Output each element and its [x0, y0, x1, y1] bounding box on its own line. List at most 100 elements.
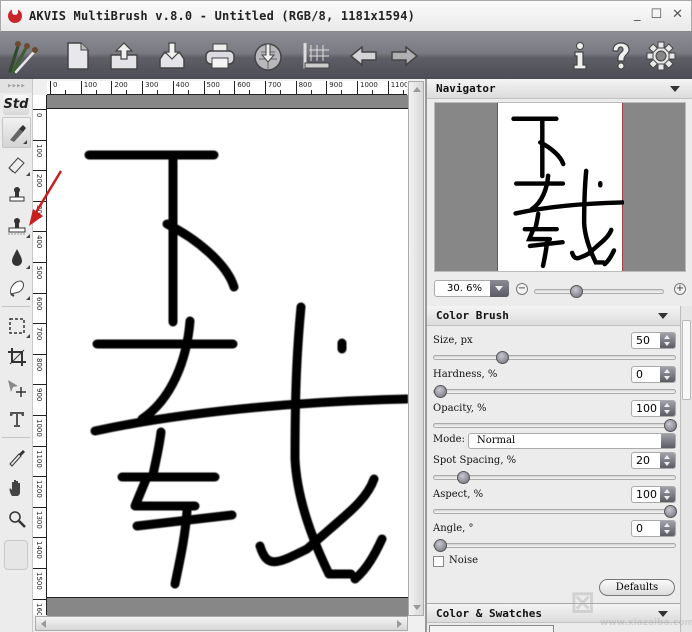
undo-arrow-icon[interactable] [348, 40, 380, 72]
close-button[interactable]: ✕ [672, 7, 683, 22]
zoom-tool[interactable] [0, 503, 33, 534]
print-icon[interactable] [204, 40, 236, 72]
panel-scrollbar-thumb[interactable] [682, 320, 691, 400]
noise-checkbox[interactable] [433, 556, 444, 567]
param-value: 0 [636, 368, 643, 381]
panel-scrollbar[interactable] [680, 306, 692, 632]
param-slider[interactable] [433, 419, 677, 432]
help-icon[interactable] [605, 40, 637, 72]
minimize-button[interactable]: _ [634, 7, 641, 22]
spin-arrows-icon[interactable] [660, 333, 675, 348]
canvas-area[interactable] [47, 95, 412, 616]
share-icon[interactable] [252, 40, 284, 72]
tools-separator [2, 306, 30, 307]
maximize-button[interactable]: ☐ [650, 7, 662, 22]
text-tool[interactable] [0, 403, 33, 434]
scroll-left-arrow[interactable] [41, 620, 46, 628]
tools-expand-handle[interactable]: ▸▸▸▸ [0, 79, 32, 93]
param-spinbox[interactable]: 50 [631, 332, 676, 349]
param-label: Spot Spacing, % [433, 455, 517, 466]
open-file-icon[interactable] [108, 40, 140, 72]
zoom-out-button[interactable]: − [516, 283, 528, 295]
ruler-tick-label: 100 [35, 143, 43, 157]
spin-arrows-icon[interactable] [660, 401, 675, 416]
canvas-vertical-scrollbar[interactable] [408, 81, 424, 616]
param-slider-knob[interactable] [434, 539, 447, 552]
mode-select[interactable]: Normal [468, 433, 676, 449]
redo-arrow-icon[interactable] [388, 40, 420, 72]
param-spinbox[interactable]: 20 [631, 452, 676, 469]
param-label: Aspect, % [433, 489, 484, 500]
transform-tool[interactable] [0, 372, 33, 403]
param-spinbox[interactable]: 100 [631, 400, 676, 417]
smudge-tool[interactable] [0, 272, 33, 303]
param-slider-knob[interactable] [664, 419, 677, 432]
canvas-size-icon[interactable] [300, 40, 332, 72]
ruler-tick-label: 0 [50, 81, 57, 94]
scroll-down-arrow[interactable] [413, 605, 421, 610]
param-spinbox[interactable]: 0 [631, 366, 676, 383]
spin-arrows-icon[interactable] [660, 487, 675, 502]
scroll-right-arrow[interactable] [397, 620, 402, 628]
spin-arrows-icon[interactable] [660, 453, 675, 468]
param-slider[interactable] [433, 471, 676, 484]
defaults-button[interactable]: Defaults [599, 579, 675, 596]
color-brush-header[interactable]: Color Brush [427, 306, 680, 326]
preset-std-button[interactable]: Std [3, 95, 29, 115]
collapse-triangle-icon[interactable] [658, 313, 668, 319]
smudge-icon [9, 279, 24, 297]
selection-tool[interactable] [0, 310, 33, 341]
ruler-tick-label: 800 [295, 81, 312, 94]
brush-tool[interactable] [2, 117, 31, 148]
ruler-tick-label: 200 [111, 81, 128, 94]
crop-tool[interactable] [0, 341, 33, 372]
eyedropper-tool[interactable] [0, 441, 33, 472]
info-icon[interactable] [564, 40, 596, 72]
new-document-icon[interactable] [62, 40, 94, 72]
watermark-text: www.xiazaiba.com [600, 618, 692, 628]
navigator-header[interactable]: Navigator [427, 79, 692, 99]
param-label: Hardness, % [433, 369, 498, 380]
canvas-horizontal-scrollbar[interactable] [35, 616, 408, 631]
ruler-tick-label: 800 [35, 357, 43, 372]
save-file-icon[interactable] [156, 40, 188, 72]
blur-tool[interactable] [0, 241, 33, 272]
image-canvas[interactable] [47, 108, 412, 598]
zoom-slider[interactable] [534, 285, 664, 298]
collapse-triangle-icon[interactable] [670, 86, 680, 92]
navigator-title: Navigator [436, 82, 496, 95]
navigator-preview[interactable] [434, 102, 686, 272]
color-swatches-tabs[interactable] [429, 625, 554, 632]
ruler-tick-label: 100 [80, 81, 97, 94]
settings-gear-icon[interactable] [645, 40, 677, 72]
zoom-in-button[interactable]: + [674, 283, 686, 295]
param-slider[interactable] [433, 539, 676, 552]
param-spinbox[interactable]: 0 [631, 520, 676, 537]
param-spinbox[interactable]: 100 [631, 486, 676, 503]
ruler-tick-label: 1600 [35, 602, 43, 615]
akvis-logo-icon [8, 9, 22, 23]
tools-separator [2, 437, 30, 438]
param-slider-knob[interactable] [457, 471, 470, 484]
ruler-tick-label: 500 [203, 81, 220, 94]
hand-tool[interactable] [0, 472, 33, 503]
param-slider-knob[interactable] [496, 351, 510, 364]
ruler-tick-label: 0 [35, 113, 43, 118]
scroll-up-arrow[interactable] [413, 87, 421, 92]
color-picker-box[interactable] [4, 540, 28, 570]
param-slider-knob[interactable] [434, 385, 447, 398]
param-slider[interactable] [433, 385, 676, 398]
spin-arrows-icon[interactable] [660, 367, 675, 382]
param-slider[interactable] [433, 505, 677, 518]
zoom-dropdown-button[interactable] [490, 280, 509, 297]
spin-arrows-icon[interactable] [660, 521, 675, 536]
blur-drop-icon [11, 248, 22, 266]
param-label: Size, px [433, 335, 473, 346]
ruler-tick-label: 700 [264, 81, 281, 94]
param-value: 50 [636, 334, 650, 347]
collapse-triangle-icon[interactable] [658, 611, 668, 617]
param-slider[interactable] [433, 351, 676, 364]
param-slider-knob[interactable] [664, 505, 677, 518]
ruler-tick-label: 1300 [35, 510, 43, 529]
zoom-slider-knob[interactable] [570, 285, 584, 298]
